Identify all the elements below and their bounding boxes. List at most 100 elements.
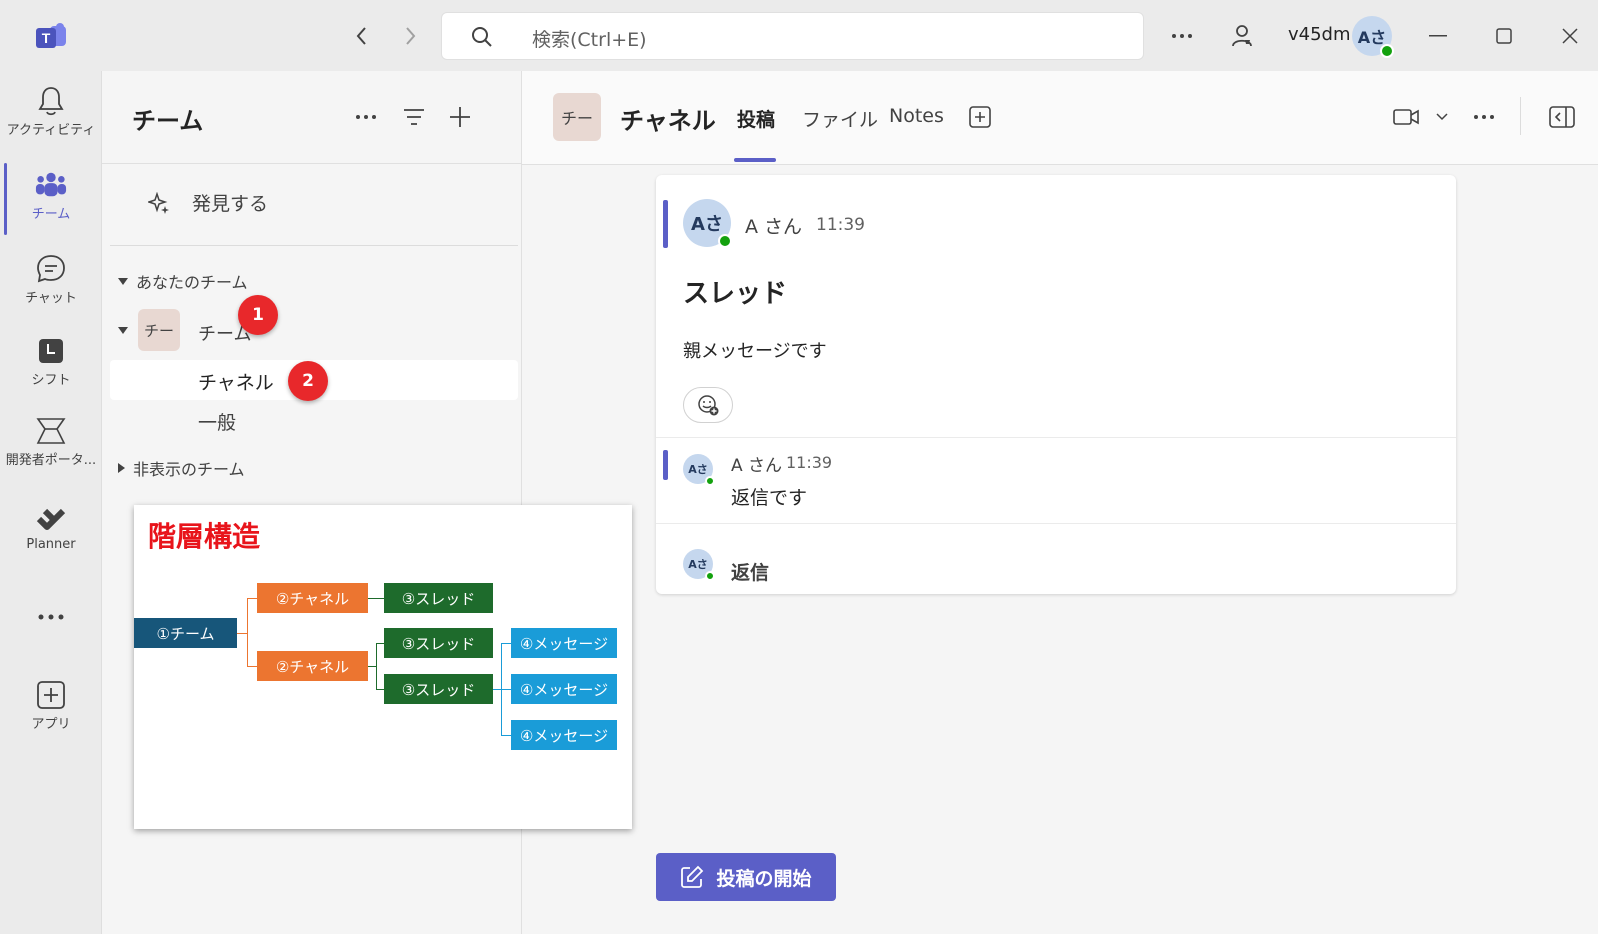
minimize-icon[interactable] — [1424, 22, 1452, 50]
reply-author[interactable]: A さん — [731, 451, 782, 476]
diagram-message-box: ④メッセージ — [511, 674, 617, 704]
discover-label: 発見する — [192, 193, 269, 215]
teams-logo-icon[interactable]: T — [34, 22, 68, 50]
channel-avatar: チー — [553, 93, 601, 141]
more-options-icon[interactable] — [1168, 22, 1196, 50]
bell-icon — [35, 85, 67, 117]
shifts-icon — [35, 335, 67, 367]
avatar-initials: Aさ — [688, 463, 708, 476]
avatar[interactable]: Aさ — [683, 454, 715, 486]
unread-accent — [663, 200, 668, 248]
start-post-label: 投稿の開始 — [716, 867, 812, 890]
connector-line — [376, 643, 377, 689]
section-label: あなたのチーム — [136, 273, 248, 292]
avatar[interactable]: Aさ — [683, 199, 732, 248]
user-avatar[interactable]: Aさ — [1352, 16, 1394, 58]
forward-arrow-icon[interactable] — [396, 22, 424, 50]
reply-button[interactable]: 返信 — [731, 558, 769, 585]
start-post-button[interactable]: 投稿の開始 — [656, 853, 836, 901]
thread-card[interactable]: Aさ A さん 11:39 スレッド 親メッセージです Aさ A さん 11:3… — [656, 175, 1456, 594]
connector-line — [376, 689, 384, 690]
connector-line — [501, 643, 511, 644]
add-tab-icon[interactable] — [966, 103, 994, 131]
rail-label: シフト — [31, 373, 71, 388]
rail-item-planner[interactable]: Planner — [0, 503, 102, 552]
rail-more-apps[interactable] — [0, 601, 102, 633]
connector-line — [247, 666, 257, 667]
emoji-add-icon — [698, 395, 719, 416]
connector-line — [368, 598, 384, 599]
reply-time: 11:39 — [786, 453, 833, 472]
tab-active-indicator — [734, 158, 776, 162]
channel-title: チャネル — [620, 107, 716, 135]
tab-posts[interactable]: 投稿 — [737, 105, 775, 132]
rail-item-chat[interactable]: チャット — [0, 253, 102, 306]
connector-line — [247, 598, 257, 599]
more-options-icon[interactable] — [1470, 103, 1498, 131]
connector-line — [376, 643, 384, 644]
team-item[interactable]: チー チーム — [118, 309, 251, 351]
rail-item-developer-portal[interactable]: 開発者ポータ... — [0, 415, 102, 468]
hidden-teams-header[interactable]: 非表示のチーム — [118, 456, 245, 480]
title-bar: T 検索(Ctrl+E) v45dm Aさ — [0, 0, 1598, 71]
tab-notes[interactable]: Notes — [889, 105, 944, 127]
discover-button[interactable]: 発見する — [148, 189, 268, 216]
connector-line — [501, 689, 511, 690]
video-call-icon[interactable] — [1392, 103, 1420, 131]
svg-text:T: T — [42, 30, 51, 46]
message-author[interactable]: A さん — [745, 212, 802, 239]
your-teams-header[interactable]: あなたのチーム — [118, 269, 248, 293]
unread-accent — [663, 450, 668, 480]
rail-item-shifts[interactable]: シフト — [0, 335, 102, 388]
chevron-right-icon — [118, 463, 125, 473]
rail-item-apps[interactable]: アプリ — [0, 679, 102, 732]
divider — [110, 245, 518, 246]
rail-label: チャット — [25, 291, 77, 306]
diagram-message-box: ④メッセージ — [511, 628, 617, 658]
chevron-down-icon — [118, 277, 128, 285]
connector-line — [237, 633, 247, 634]
rail-item-teams[interactable]: チーム — [0, 169, 102, 222]
divider — [102, 163, 522, 164]
rail-label: 開発者ポータ... — [5, 453, 97, 468]
divider — [656, 437, 1456, 438]
planner-icon — [35, 503, 67, 535]
tab-files[interactable]: ファイル — [802, 105, 878, 132]
diagram-thread-box: ③スレッド — [384, 583, 493, 613]
add-app-icon — [35, 679, 67, 711]
divider — [1520, 97, 1521, 135]
avatar-initials: Aさ — [691, 214, 723, 235]
add-icon[interactable] — [446, 103, 474, 131]
rail-item-activity[interactable]: アクティビティ — [0, 85, 102, 138]
rail-label: アプリ — [31, 717, 71, 732]
diagram-channel-box: ②チャネル — [257, 583, 368, 613]
user-name[interactable]: v45dm — [1288, 24, 1351, 45]
rail-label: アクティビティ — [6, 123, 96, 138]
channel-header: チー チャネル 投稿 ファイル Notes — [522, 71, 1598, 165]
connector-line — [501, 735, 511, 736]
avatar-initials: Aさ — [688, 558, 708, 571]
chevron-down-icon[interactable] — [1428, 103, 1456, 131]
close-icon[interactable] — [1556, 22, 1584, 50]
person-notification-icon[interactable] — [1228, 22, 1256, 50]
back-arrow-icon[interactable] — [348, 22, 376, 50]
add-reaction-button[interactable] — [683, 387, 733, 423]
more-options-icon[interactable] — [352, 103, 380, 131]
presence-available-icon — [1380, 44, 1394, 58]
panel-title: チーム — [132, 107, 204, 135]
channel-item-general[interactable]: 一般 — [198, 408, 236, 435]
hierarchy-diagram: 階層構造 ①チーム ②チャネル ②チャネル ③スレッド ③スレッド ③スレッド … — [134, 505, 632, 829]
team-avatar: チー — [138, 309, 180, 351]
search-placeholder: 検索(Ctrl+E) — [532, 29, 647, 51]
rail-label: チーム — [31, 207, 71, 222]
compose-icon — [681, 865, 704, 888]
more-options-icon — [35, 601, 67, 633]
filter-icon[interactable] — [400, 103, 428, 131]
divider — [656, 523, 1456, 524]
search-input[interactable]: 検索(Ctrl+E) — [441, 12, 1144, 60]
connector-line — [493, 689, 501, 690]
maximize-icon[interactable] — [1490, 22, 1518, 50]
thread-subject: スレッド — [683, 279, 788, 309]
channel-name: チャネル — [198, 372, 274, 394]
side-panel-icon[interactable] — [1548, 103, 1576, 131]
